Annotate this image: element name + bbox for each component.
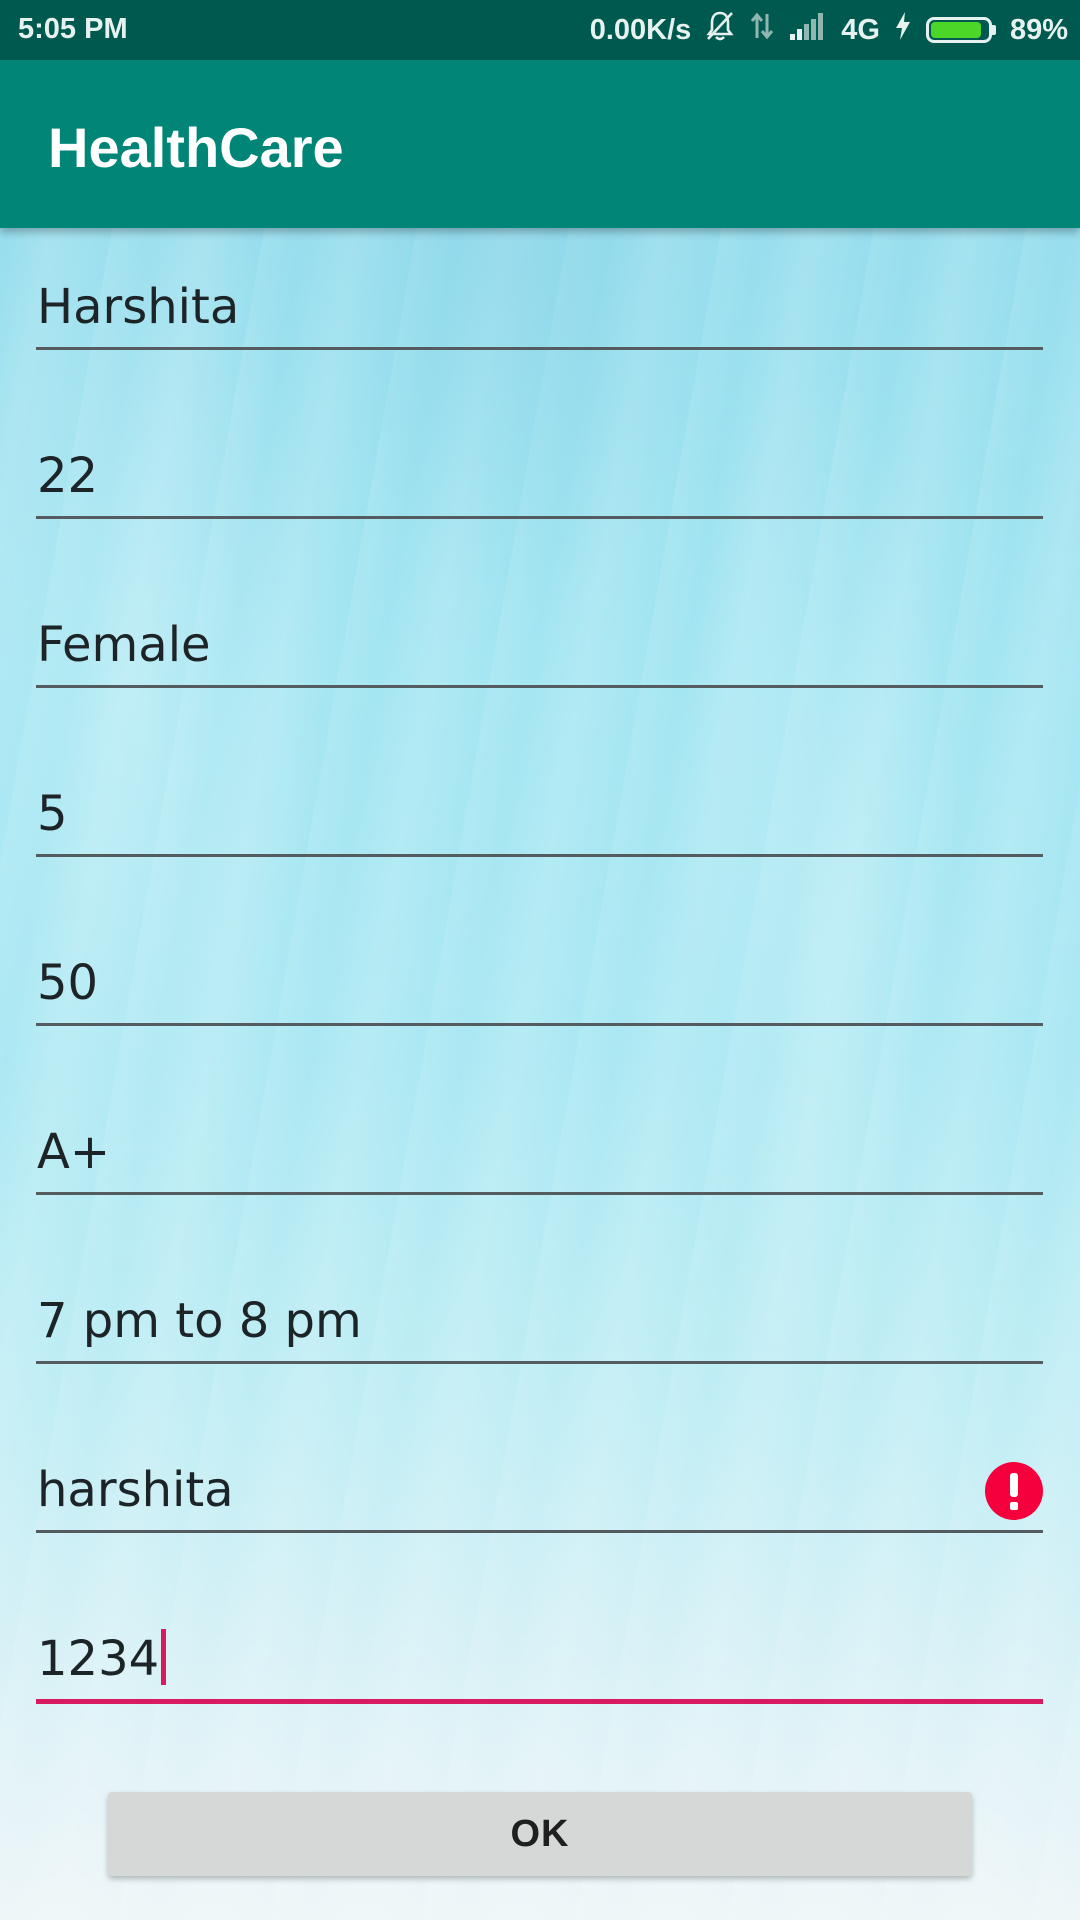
age-field[interactable]: 22 <box>36 439 1043 519</box>
status-bar: 5:05 PM 0.00K/s 4G 89% <box>0 0 1080 60</box>
network-type: 4G <box>841 13 880 46</box>
app-screen: 5:05 PM 0.00K/s 4G 89% HealthCare Harshi… <box>0 0 1080 1920</box>
timing-value: 7 pm to 8 pm <box>37 1293 362 1349</box>
charging-bolt-icon <box>894 11 912 49</box>
weight-field[interactable]: 50 <box>36 946 1043 1026</box>
height-value: 5 <box>37 786 68 842</box>
app-bar: HealthCare <box>0 60 1080 228</box>
blood-group-field[interactable]: A+ <box>36 1115 1043 1195</box>
text-cursor <box>161 1629 167 1685</box>
height-field[interactable]: 5 <box>36 777 1043 857</box>
password-value-wrap: 1234 <box>37 1629 167 1687</box>
username-field[interactable]: harshita <box>36 1453 1043 1533</box>
battery-body <box>925 17 992 43</box>
password-value: 1234 <box>37 1631 160 1687</box>
status-icons: 0.00K/s 4G 89% <box>576 0 1068 60</box>
signal-icon <box>789 11 827 49</box>
name-field[interactable]: Harshita <box>36 270 1043 350</box>
battery-percent: 89% <box>1009 13 1068 46</box>
mute-bell-icon <box>705 10 735 50</box>
gender-field[interactable]: Female <box>36 608 1043 688</box>
data-arrows-icon <box>749 10 775 50</box>
ok-button[interactable]: OK <box>108 1792 972 1876</box>
error-icon[interactable] <box>985 1462 1043 1520</box>
app-title: HealthCare <box>48 116 344 179</box>
battery-tip <box>991 25 996 35</box>
gender-value: Female <box>37 617 211 673</box>
age-value: 22 <box>37 448 99 504</box>
status-time: 5:05 PM <box>18 13 128 45</box>
timing-field[interactable]: 7 pm to 8 pm <box>36 1284 1043 1364</box>
battery-icon <box>925 17 996 43</box>
battery-fill <box>930 22 981 38</box>
weight-value: 50 <box>37 955 99 1011</box>
blood-group-value: A+ <box>37 1124 111 1180</box>
username-value: harshita <box>37 1462 234 1518</box>
password-field[interactable]: 1234 <box>36 1624 1043 1704</box>
net-speed: 0.00K/s <box>589 13 692 46</box>
name-value: Harshita <box>37 279 240 335</box>
